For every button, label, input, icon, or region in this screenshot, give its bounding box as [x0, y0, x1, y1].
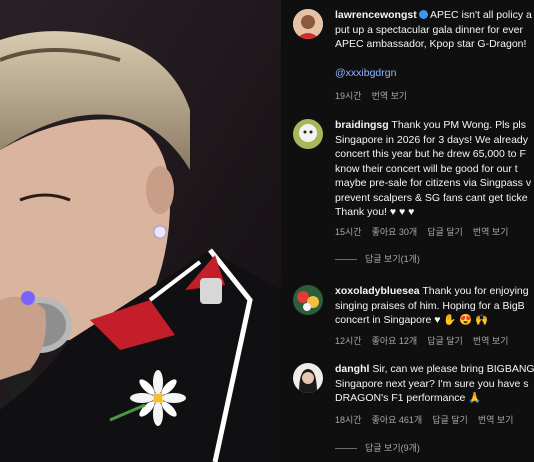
reply-divider: [335, 448, 357, 450]
comment-username[interactable]: danghl: [335, 363, 369, 375]
translate-button[interactable]: 번역 보기: [473, 227, 509, 237]
translate-button[interactable]: 번역 보기: [478, 415, 514, 425]
comment-line: know their concert will be good for our …: [335, 162, 518, 175]
comment-item: xoxoladybluesea Thank you for enjoying s…: [293, 284, 534, 348]
comment-line: Thank you PM Wong. Pls pls: [391, 119, 527, 131]
avatar[interactable]: [293, 119, 323, 149]
avatar[interactable]: [293, 285, 323, 315]
comment-line: prevent scalpers & SG fans cant get tick…: [335, 191, 528, 204]
reply-divider: [335, 259, 357, 261]
reply-button[interactable]: 답글 달기: [427, 227, 463, 237]
comment-username[interactable]: braidingsg: [335, 119, 389, 131]
post-photo: [0, 0, 281, 462]
reply-button[interactable]: 답글 달기: [432, 415, 468, 425]
comment-time: 18시간: [335, 415, 362, 425]
translate-button[interactable]: 번역 보기: [473, 336, 509, 346]
reply-button[interactable]: 답글 달기: [427, 336, 463, 346]
comment-line: singing praises of him. Hoping for a Big…: [335, 299, 525, 312]
comment-item: braidingsg Thank you PM Wong. Pls pls Si…: [293, 118, 534, 268]
view-replies-label: 답글 보기(1개): [365, 254, 420, 264]
comment-line: Singapore in 2026 for 3 days! We already: [335, 133, 529, 146]
comment-line: concert in Singapore ♥ ✋ 😍 🙌: [335, 314, 489, 326]
like-count[interactable]: 좋아요 30개: [372, 227, 418, 237]
comment-username[interactable]: xoxoladybluesea: [335, 285, 420, 297]
comment-item: danghl Sir, can we please bring BIGBANG …: [293, 362, 534, 462]
comment-line: Singapore next year? I'm sure you have s: [335, 377, 529, 390]
avatar[interactable]: [293, 363, 323, 393]
like-count[interactable]: 좋아요 12개: [372, 336, 418, 346]
comment-line: Thank you! ♥ ♥ ♥: [335, 206, 415, 218]
view-replies-button[interactable]: 답글 보기(1개): [335, 252, 420, 265]
concert-photo-illustration: [0, 0, 281, 462]
comment-line: maybe pre-sale for citizens via Singpass…: [335, 177, 532, 189]
comment-time: 12시간: [335, 336, 362, 346]
verified-badge-icon: [418, 9, 428, 19]
mention-link[interactable]: @xxxibgdrgn: [335, 66, 534, 81]
caption-line: APEC isn't all policy a: [430, 9, 532, 21]
comment-line: concert this year but he drew 65,000 to …: [335, 148, 526, 160]
avatar[interactable]: [293, 9, 323, 39]
comment-line: Sir, can we please bring BIGBANG: [372, 363, 534, 375]
post-time: 19시간: [335, 91, 362, 101]
like-count[interactable]: 좋아요 461개: [372, 415, 423, 425]
view-replies-label: 답글 보기(9개): [365, 443, 420, 453]
comment-time: 15시간: [335, 227, 362, 237]
translate-button[interactable]: 번역 보기: [372, 91, 408, 101]
caption-line: put up a spectacular gala dinner for eve…: [335, 23, 523, 36]
comment-line: Thank you for enjoying: [422, 285, 529, 297]
comments-panel: lawrencewongst APEC isn't all policy a p…: [281, 0, 534, 462]
post-caption: lawrencewongst APEC isn't all policy a p…: [293, 8, 534, 108]
caption-line: APEC ambassador, Kpop star G-Dragon!: [335, 38, 527, 50]
post-username[interactable]: lawrencewongst: [335, 9, 417, 21]
comment-line: DRAGON's F1 performance 🙏: [335, 392, 482, 404]
view-replies-button[interactable]: 답글 보기(9개): [335, 441, 420, 454]
